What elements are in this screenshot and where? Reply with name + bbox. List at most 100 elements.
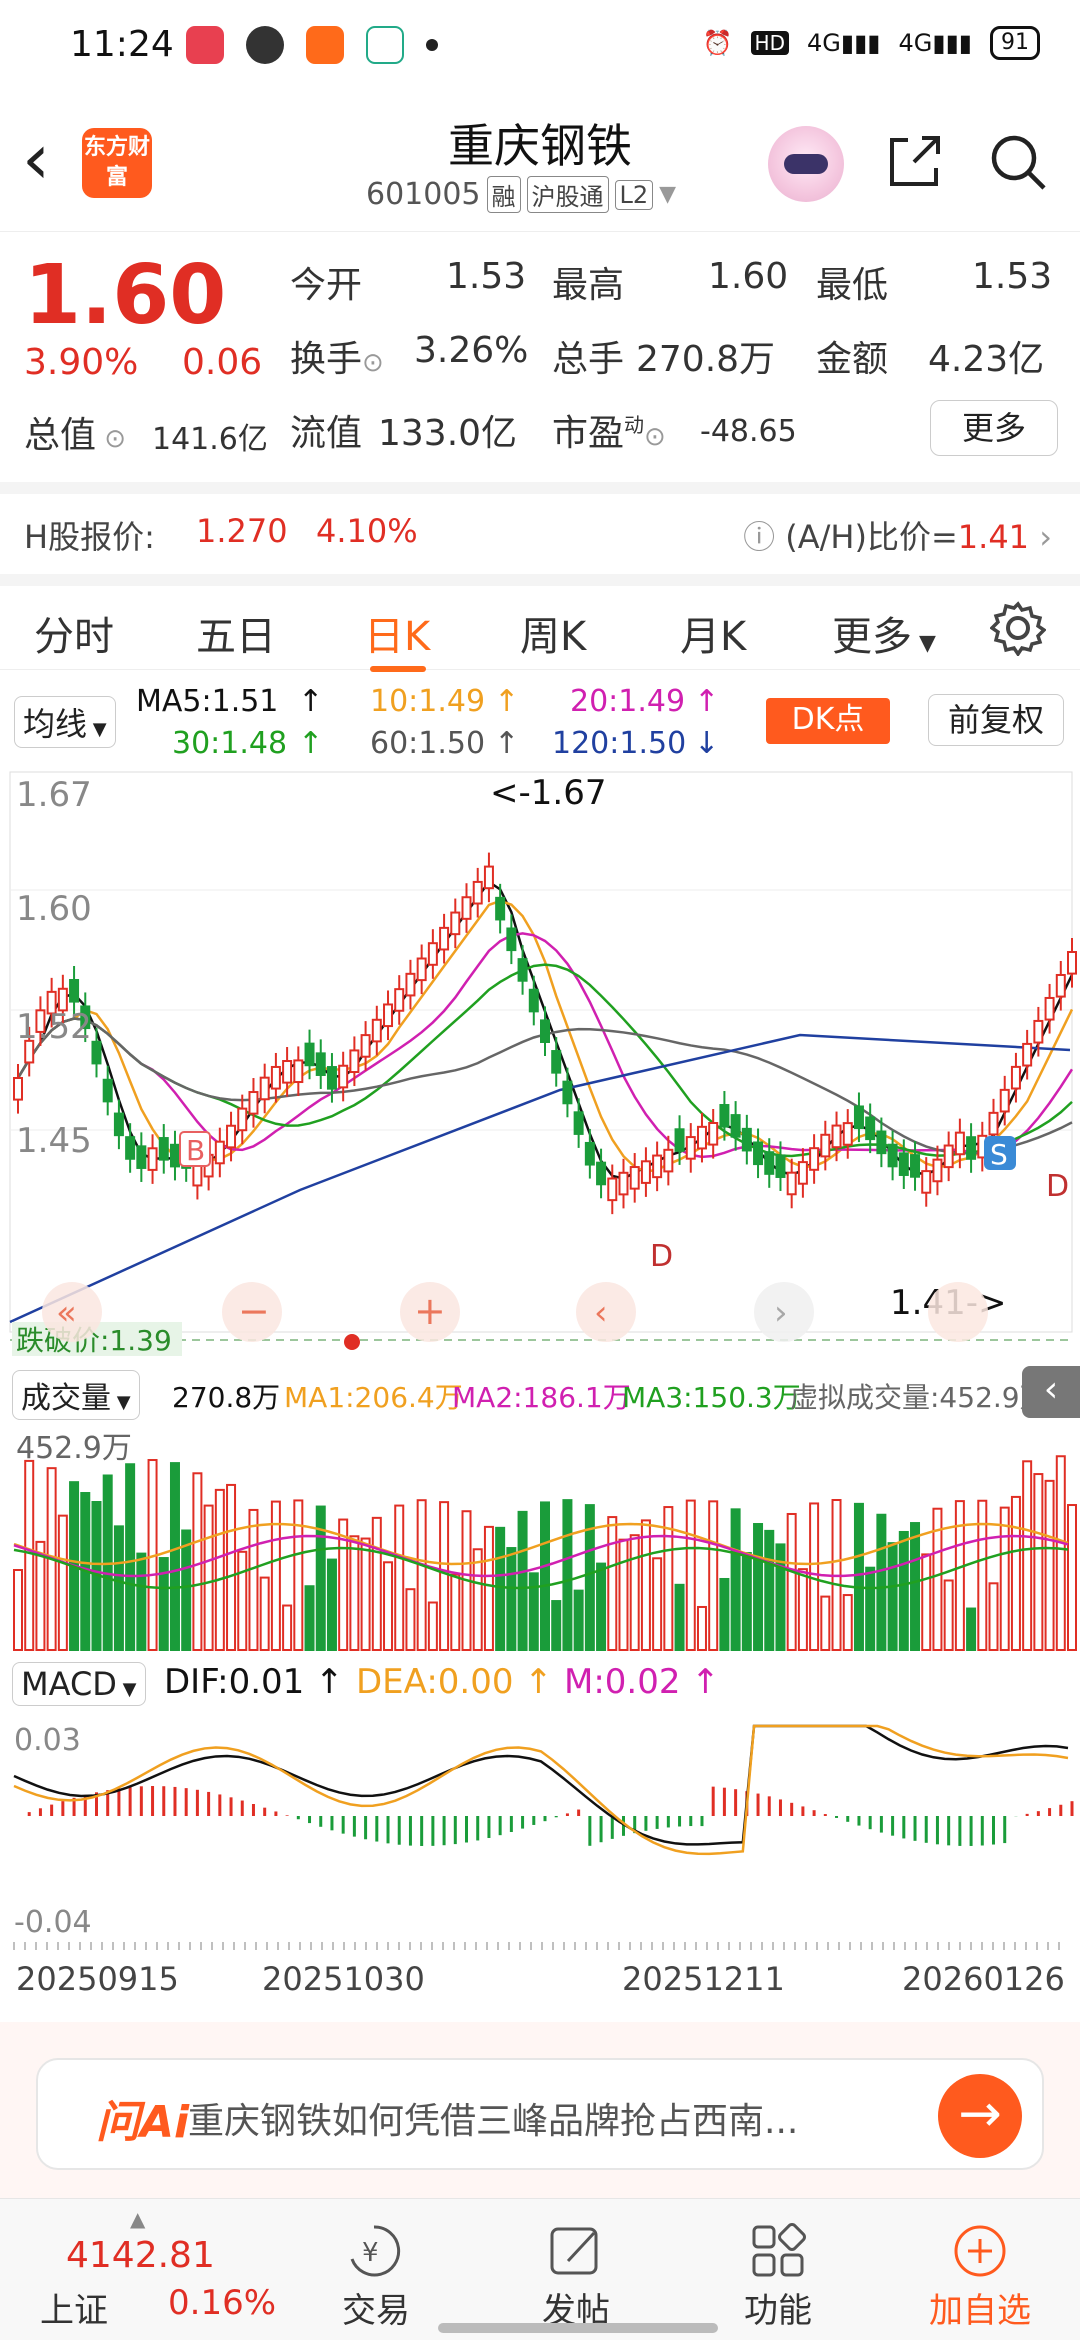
high-price-label: <-1.67 bbox=[490, 773, 606, 813]
volume-selector[interactable]: 成交量 ▼ bbox=[12, 1370, 140, 1420]
volume-current: 270.8万 bbox=[172, 1381, 281, 1414]
candle bbox=[640, 1160, 651, 1184]
volume-bar bbox=[999, 1506, 1010, 1651]
candle bbox=[842, 1122, 853, 1146]
macd-chart[interactable]: 0.03 -0.04 bbox=[0, 1716, 1080, 1942]
volume-bar bbox=[405, 1588, 416, 1651]
turnover-value: 3.26% bbox=[414, 330, 529, 371]
volume-max-label: 452.9万 bbox=[16, 1431, 132, 1466]
volume-bar bbox=[394, 1504, 405, 1651]
ma30-arrow-icon: ↑ bbox=[298, 726, 324, 761]
candle bbox=[831, 1124, 842, 1149]
macd-selector[interactable]: MACD ▼ bbox=[12, 1662, 146, 1706]
ah-ratio[interactable]: ⓘ (A/H)比价=1.41 › bbox=[743, 512, 1052, 558]
nav-add-watchlist[interactable]: 加自选 bbox=[910, 2283, 1050, 2332]
connect-tag: 沪股通 bbox=[526, 176, 609, 213]
ai-assistant-icon[interactable] bbox=[768, 126, 844, 202]
ma-selector[interactable]: 均线 ▼ bbox=[14, 696, 116, 748]
h-share-bar[interactable]: H股报价: 1.270 4.10% ⓘ (A/H)比价=1.41 › bbox=[0, 482, 1080, 564]
index-value[interactable]: 4142.81 bbox=[66, 2235, 215, 2276]
index-pct[interactable]: 0.16% bbox=[168, 2283, 276, 2323]
candle bbox=[540, 1019, 550, 1043]
date-label-4: 20260126 bbox=[902, 1960, 1065, 1998]
ma120-value: 120:1.50 bbox=[552, 726, 687, 761]
volume-bar bbox=[842, 1594, 853, 1651]
search-icon[interactable] bbox=[988, 132, 1048, 192]
candle bbox=[293, 1059, 304, 1084]
candle bbox=[618, 1171, 629, 1196]
tab-five-day[interactable]: 五日 bbox=[196, 604, 276, 662]
current-position-dot bbox=[344, 1334, 360, 1350]
tab-daily-k[interactable]: 日K bbox=[364, 604, 430, 662]
turnover-label[interactable]: 换手⊙ bbox=[290, 330, 384, 382]
stock-code-row[interactable]: 601005 融 沪股通 L2 ▼ bbox=[366, 176, 676, 213]
tab-weekly-k[interactable]: 周K bbox=[520, 604, 586, 662]
candle bbox=[562, 1080, 573, 1105]
nav-trade[interactable]: 交易 bbox=[306, 2283, 446, 2332]
tab-monthly-k[interactable]: 月K bbox=[680, 604, 746, 662]
candle bbox=[753, 1141, 764, 1166]
functions-icon[interactable] bbox=[748, 2221, 808, 2281]
notification-icons bbox=[186, 26, 438, 64]
volume-bar bbox=[293, 1499, 304, 1651]
open-value: 1.53 bbox=[446, 256, 527, 297]
battery-icon: 91 bbox=[990, 26, 1040, 60]
volume-bar bbox=[652, 1557, 663, 1651]
nav-functions[interactable]: 功能 bbox=[708, 2283, 848, 2332]
svg-text:¥: ¥ bbox=[362, 2238, 379, 2268]
candlestick-chart[interactable]: 1.67 1.60 1.52 1.45 <-1.67 1.41-> B S D … bbox=[0, 770, 1080, 1360]
ma10-value: 10:1.49 bbox=[370, 684, 486, 719]
macd-bottom-label: -0.04 bbox=[14, 1905, 92, 1940]
amount-label: 金额 bbox=[816, 339, 889, 380]
ma-indicator-row: 均线 ▼ MA5:1.51 ↑ 10:1.49 ↑ 20:1.49 ↑ 30:1… bbox=[0, 684, 1080, 768]
volume-bar bbox=[764, 1529, 775, 1651]
macd-top-label: 0.03 bbox=[14, 1723, 81, 1758]
h-share-price: 1.270 bbox=[196, 512, 288, 550]
total-value: 141.6亿 bbox=[152, 422, 268, 457]
candle bbox=[674, 1128, 685, 1152]
candle bbox=[910, 1154, 921, 1178]
volume-bar bbox=[551, 1600, 562, 1652]
volume-bar bbox=[887, 1542, 898, 1651]
post-icon[interactable] bbox=[546, 2221, 606, 2281]
reset-zoom-button[interactable] bbox=[928, 1282, 988, 1342]
h-share-pct: 4.10% bbox=[316, 512, 418, 550]
candle bbox=[820, 1133, 831, 1158]
ai-send-button[interactable]: → bbox=[938, 2074, 1022, 2158]
pe-label[interactable]: 市盈动⊙ bbox=[552, 404, 666, 456]
candle bbox=[125, 1136, 136, 1160]
candle bbox=[69, 978, 80, 1003]
volume-bar bbox=[708, 1500, 719, 1651]
tab-intraday[interactable]: 分时 bbox=[34, 604, 114, 662]
candle bbox=[102, 1078, 113, 1103]
volume-bar bbox=[596, 1562, 607, 1651]
candle bbox=[528, 988, 539, 1013]
home-indicator[interactable] bbox=[438, 2323, 718, 2333]
volume-bar bbox=[988, 1582, 999, 1651]
total-value-label[interactable]: 总值 ⊙ bbox=[24, 406, 126, 458]
volume-chart[interactable]: 452.9万 bbox=[0, 1424, 1080, 1654]
dk-point-button[interactable]: DK点 bbox=[766, 698, 890, 744]
gear-icon[interactable] bbox=[990, 600, 1046, 656]
candle bbox=[954, 1131, 965, 1156]
candle bbox=[517, 958, 528, 982]
tab-more[interactable]: 更多 ▼ bbox=[832, 604, 936, 662]
candle bbox=[809, 1147, 820, 1171]
volume-ma1: MA1:206.4万 bbox=[284, 1381, 463, 1414]
share-icon[interactable] bbox=[886, 132, 944, 190]
h-share-label: H股报价: bbox=[24, 518, 155, 556]
volume-bar bbox=[719, 1577, 730, 1651]
ma60-arrow-icon: ↑ bbox=[494, 726, 520, 761]
collapse-panel-button[interactable]: ‹ bbox=[1022, 1366, 1080, 1418]
adjust-button[interactable]: 前复权 bbox=[928, 694, 1064, 746]
more-button[interactable]: 更多 bbox=[930, 400, 1058, 456]
candle bbox=[853, 1105, 864, 1130]
volume-bar bbox=[607, 1516, 618, 1652]
volume-bar bbox=[113, 1525, 124, 1651]
trade-icon[interactable]: ¥ bbox=[344, 2221, 404, 2281]
ai-question-input[interactable]: 问Ai 重庆钢铁如何凭借三峰品牌抢占西南... → bbox=[36, 2058, 1044, 2170]
add-watchlist-icon[interactable] bbox=[950, 2221, 1010, 2281]
candle bbox=[226, 1124, 237, 1149]
index-name[interactable]: 上证 bbox=[40, 2283, 108, 2332]
volume-bar bbox=[181, 1529, 192, 1651]
